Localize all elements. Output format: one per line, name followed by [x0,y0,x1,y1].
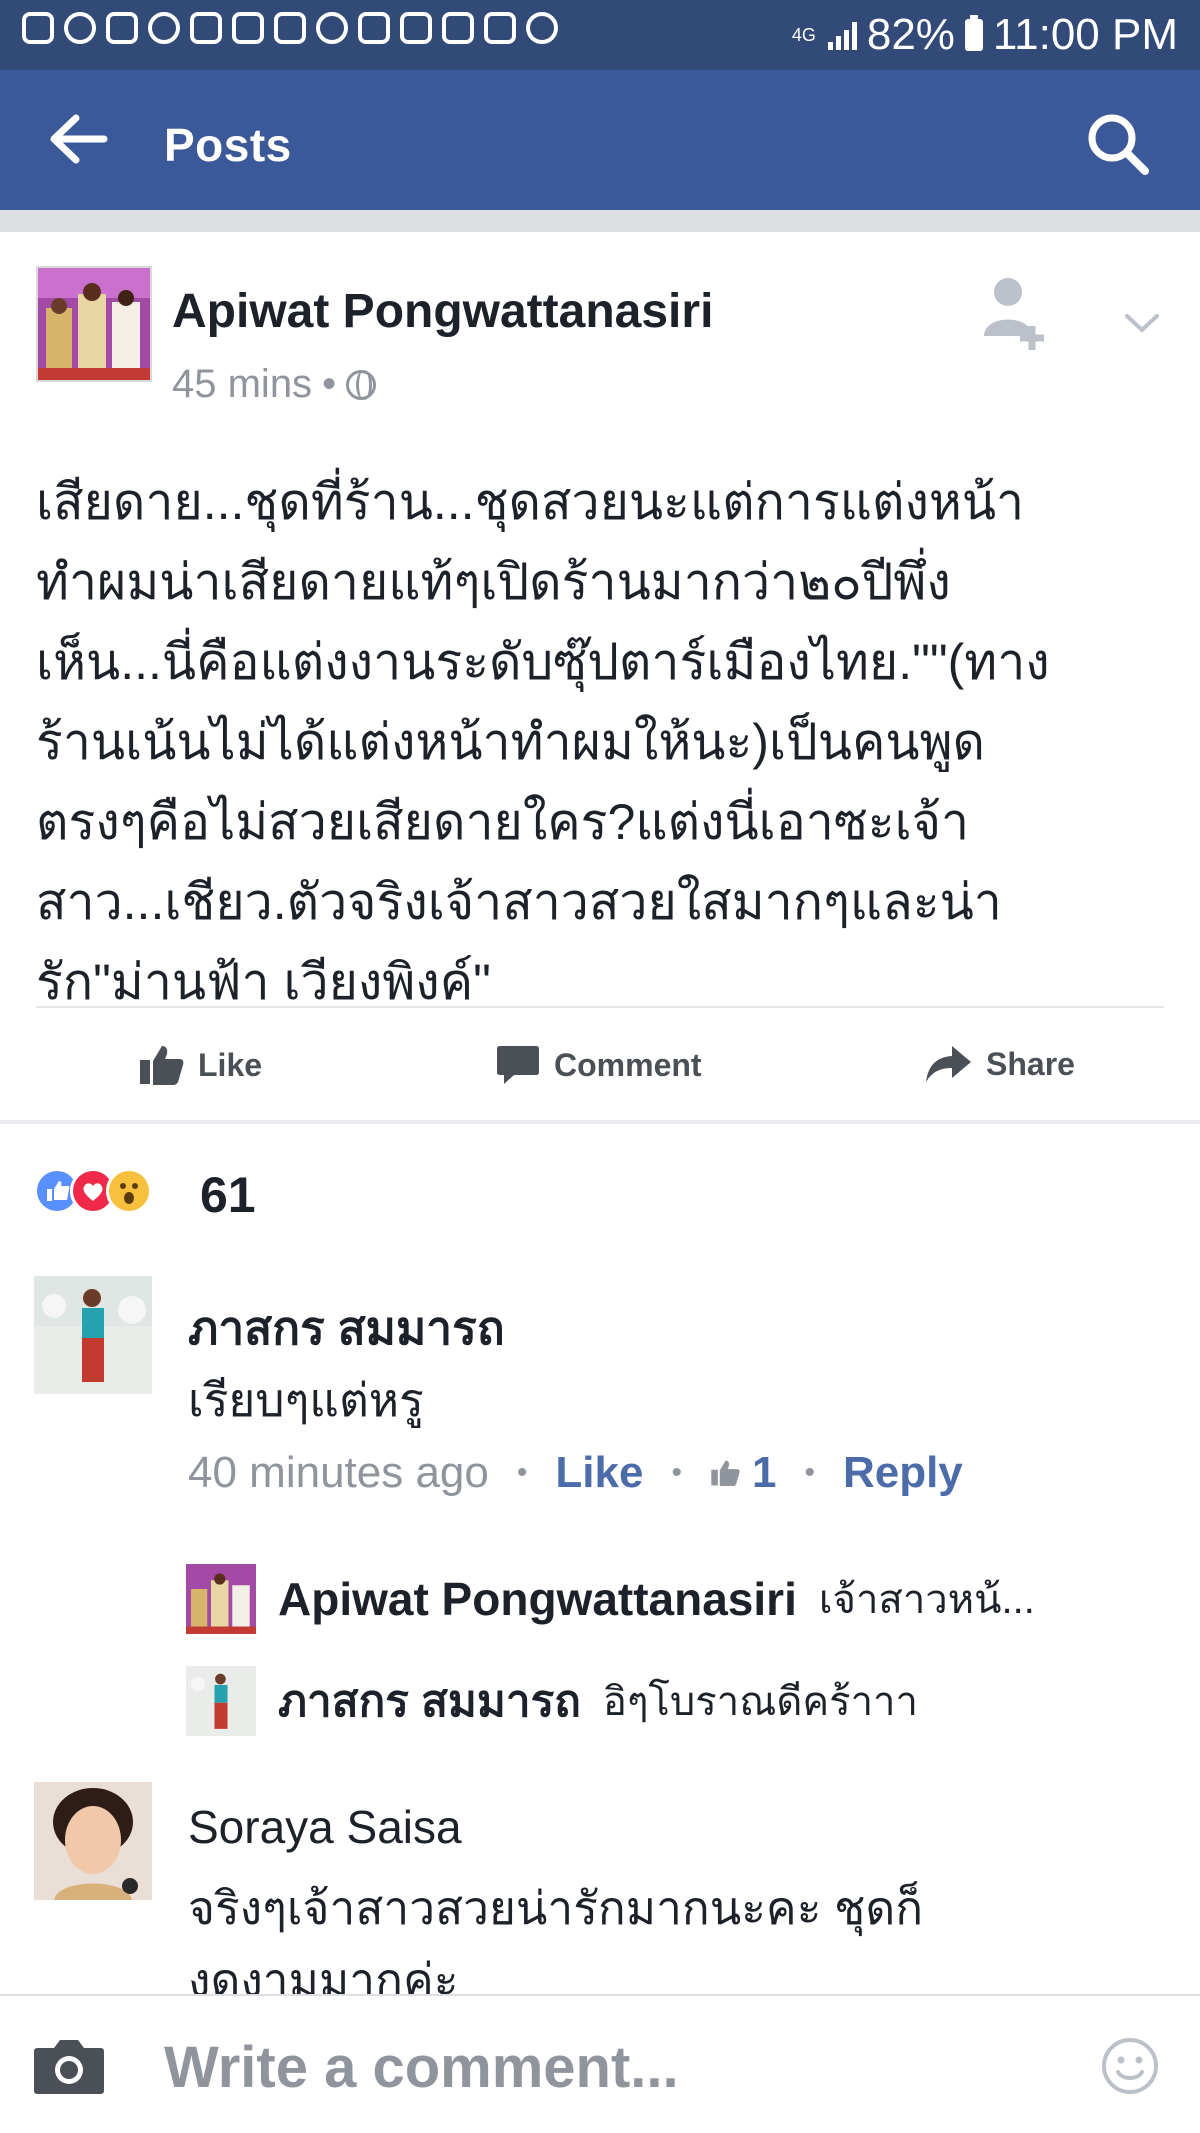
share-label: Share [986,1045,1075,1082]
like-button[interactable]: Like [138,1044,262,1086]
comment-label: Comment [554,1046,702,1083]
photo-icon [400,12,432,44]
comment-icon [497,1046,539,1084]
post-text-line: ร้านเน้นไม่ได้แต่งหน้าทำผมให้นะ)เป็นคนพู… [36,714,986,770]
comment-input[interactable]: Write a comment... [164,2034,679,2101]
maps-icon [358,12,390,44]
battery-level: 82% [866,10,955,59]
comment-time: 40 minutes ago [188,1448,489,1497]
app-bar: Posts [0,70,1200,210]
divider [36,1006,1164,1008]
reply-avatar[interactable] [186,1564,256,1634]
reply-author[interactable]: Apiwat Pongwattanasiri [278,1572,797,1626]
wow-reaction-icon [106,1168,152,1214]
commenter-avatar[interactable] [34,1276,152,1394]
reply-text: อิๆโบราณดีคร้าาา [602,1680,918,1724]
meta-dot: • [322,362,337,406]
commenter-name[interactable]: ภาสกร สมมารถ [188,1292,505,1365]
notification-icons [22,12,558,44]
avatar-photo [34,1276,152,1394]
commenter-avatar[interactable] [34,1782,152,1900]
reply-author[interactable]: ภาสกร สมมารถ [278,1666,581,1736]
mail-icon [106,12,138,44]
reply-item[interactable]: Apiwat Pongwattanasiri เจ้าสาวหน้... [186,1564,1035,1634]
meta-dot: • [516,1456,528,1489]
back-arrow-icon[interactable] [48,114,108,164]
post-body: เสียดาย...ชุดที่ร้าน...ชุดสวยนะแต่การแต่… [36,462,1166,1022]
post-text-line: ตรงๆคือไม่สวยเสียดายใคร?แต่งนี่เอาซะเจ้า [36,794,970,850]
instagram-icon [148,12,180,44]
commenter-name[interactable]: Soraya Saisa [188,1800,462,1854]
meta-dot: • [804,1456,815,1489]
reply-avatar[interactable] [186,1666,256,1736]
reaction-count[interactable]: 61 [200,1166,256,1224]
avatar-photo [186,1666,256,1736]
comment-text-line: จริงๆเจ้าสาวสวยน่ารักมากนะคะ ชุดก็ [188,1882,924,1934]
post-meta: 45 mins • [172,362,377,407]
like-count-value: 1 [751,1448,777,1497]
mail-icon [442,12,474,44]
maps-icon [190,12,222,44]
instagram-icon [316,12,348,44]
comment-button[interactable]: Comment [496,1044,702,1086]
add-friend-icon[interactable] [980,272,1052,352]
globe-icon [346,369,377,400]
share-icon [926,1046,971,1082]
save-icon [484,12,516,44]
reaction-icons[interactable] [34,1168,152,1214]
post-time[interactable]: 45 mins [172,362,312,407]
avatar-photo [186,1564,256,1634]
comment-reply-button[interactable]: Reply [843,1448,963,1498]
clock: 11:00 PM [992,10,1178,59]
chevron-down-icon[interactable] [1122,308,1162,338]
separator [0,1120,1200,1124]
separator [0,210,1200,232]
page-title: Posts [164,119,292,171]
post-text-line: ทำผมน่าเสียดายแท้ๆเปิดร้านมากว่า๒๐ปีพึ่ง [36,554,951,610]
line-icon [64,12,96,44]
comment-composer: Write a comment... [0,1994,1200,2133]
post-actions: Like Comment Share [0,1030,1200,1100]
post-text-line: เห็น...นี่คือแต่งงานระดับซุ๊ปตาร์เมืองไท… [36,634,1050,690]
post-text-line: สาว...เชียว.ตัวจริงเจ้าสาวสวยใสมากๆและน่… [36,874,1002,930]
camera-app-icon [526,12,558,44]
camera-icon[interactable] [32,2036,106,2096]
comment-meta: 40 minutes ago • Like • 1 • Reply [188,1448,963,1498]
meta-dot: • [671,1456,682,1489]
search-icon[interactable] [1086,112,1150,176]
photo-icon [232,12,264,44]
chat-icon [22,12,54,44]
thumbs-up-icon [711,1460,740,1487]
battery-icon [964,15,983,51]
reply-text: เจ้าสาวหน้... [818,1578,1035,1622]
network-type: 4G [791,25,816,45]
author-avatar[interactable] [36,266,152,382]
comment-like-button[interactable]: Like [555,1448,643,1498]
share-button[interactable]: Share [924,1044,1075,1084]
reply-item[interactable]: ภาสกร สมมารถ อิๆโบราณดีคร้าาา [186,1666,918,1736]
post-text-line: รัก"ม่านฟ้า เวียงพิงค์" [36,954,491,1010]
comment-text: เรียบๆแต่หรู [188,1374,424,1426]
avatar-photo [38,268,150,380]
thumbs-up-icon [140,1046,184,1085]
facebook-icon [274,12,306,44]
comment-like-count[interactable]: 1 [710,1448,776,1498]
signal-icon [827,20,857,50]
post-author-name[interactable]: Apiwat Pongwattanasiri [172,284,713,339]
emoji-icon[interactable] [1100,2036,1160,2096]
post-text-line: เสียดาย...ชุดที่ร้าน...ชุดสวยนะแต่การแต่… [36,474,1025,530]
like-label: Like [198,1046,263,1083]
avatar-photo [34,1782,152,1900]
status-bar: 4G 82% 11:00 PM [0,0,1200,70]
